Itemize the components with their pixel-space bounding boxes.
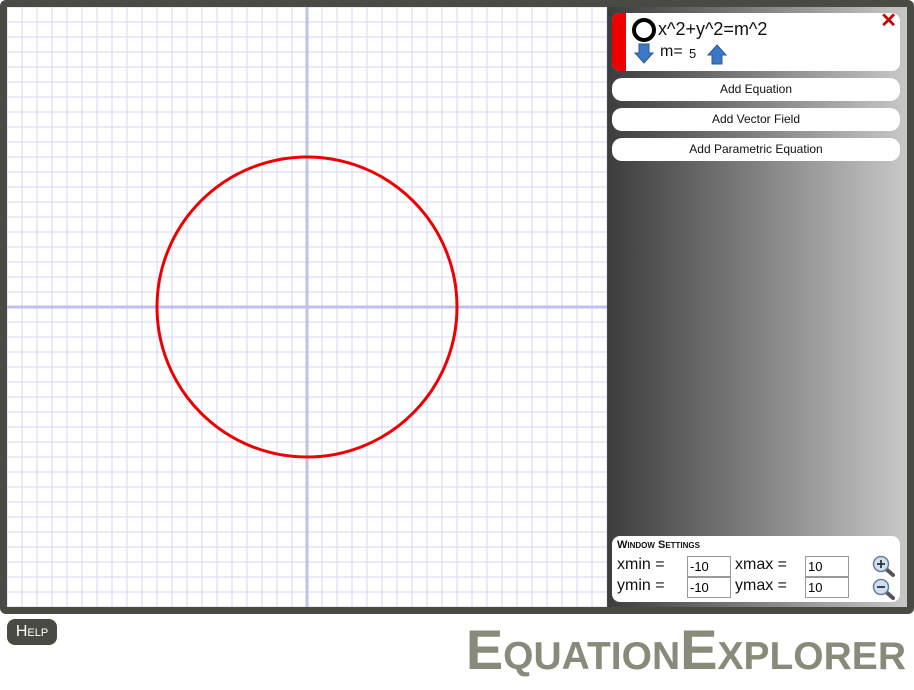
side-panel: x^2+y^2=m^2 ✕ m= 5 Add Equation Add Vect… (608, 7, 907, 607)
ymax-label: ymax = (735, 577, 788, 594)
arrow-down-icon[interactable] (633, 43, 655, 70)
add-vector-field-button[interactable]: Add Vector Field (612, 108, 900, 131)
xmin-label: xmin = (617, 556, 665, 573)
ymax-input[interactable] (805, 577, 849, 598)
add-parametric-equation-button[interactable]: Add Parametric Equation (612, 138, 900, 161)
add-equation-button[interactable]: Add Equation (612, 78, 900, 101)
xmin-input[interactable] (687, 556, 731, 577)
equation-color-swatch[interactable] (612, 13, 626, 71)
app-frame: x^2+y^2=m^2 ✕ m= 5 Add Equation Add Vect… (0, 0, 914, 614)
visibility-toggle-icon[interactable] (632, 18, 656, 42)
equation-text[interactable]: x^2+y^2=m^2 (658, 19, 767, 40)
equation-card: x^2+y^2=m^2 ✕ m= 5 (612, 13, 900, 71)
help-button[interactable]: Help (7, 619, 57, 645)
window-settings-title: Window Settings (617, 539, 700, 551)
app-logo: EquationExplorer (465, 618, 906, 681)
xmax-label: xmax = (735, 556, 788, 573)
ymin-input[interactable] (687, 577, 731, 598)
param-value: 5 (689, 46, 697, 61)
zoom-out-icon[interactable] (872, 578, 896, 605)
close-icon[interactable]: ✕ (880, 13, 897, 33)
ymin-label: ymin = (617, 577, 665, 594)
xmax-input[interactable] (805, 556, 849, 577)
graph-svg[interactable] (7, 7, 607, 607)
graph-canvas[interactable] (7, 7, 607, 607)
arrow-up-icon[interactable] (706, 43, 728, 70)
param-label: m= (660, 43, 683, 60)
window-settings-panel: Window Settings xmin = xmax = ymin = yma… (612, 536, 900, 602)
